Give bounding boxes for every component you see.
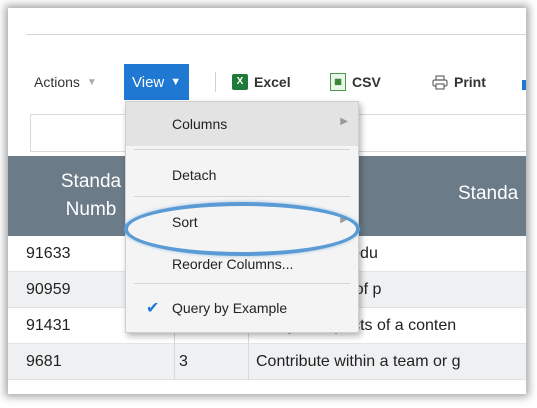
chevron-down-icon: ▼ [170, 76, 182, 88]
toolbar-overflow-indicator [522, 80, 526, 90]
cell-number: 91431 [26, 317, 71, 334]
column-header-standard-title[interactable]: Standa [458, 183, 518, 205]
cell-number: 90959 [26, 281, 71, 298]
actions-menu-button[interactable]: Actions ▼ [34, 64, 97, 100]
toolbar-separator [215, 72, 216, 92]
export-excel-button[interactable]: X Excel [232, 64, 291, 100]
export-csv-button[interactable]: ▦ CSV [330, 64, 381, 100]
table-toolbar: Actions ▼ View ▼ X Excel ▦ CSV Print [8, 64, 526, 100]
view-menu-button[interactable]: View ▼ [124, 64, 190, 100]
menu-separator [134, 149, 350, 150]
top-divider [26, 34, 526, 35]
cell-divider [248, 344, 249, 380]
menu-item-query-by-example[interactable]: ✔ Query by Example [126, 286, 358, 330]
view-label: View [132, 73, 165, 91]
menu-item-label: Detach [172, 167, 217, 183]
screenshot-frame: Actions ▼ View ▼ X Excel ▦ CSV Print Sta… [8, 8, 526, 394]
print-label: Print [454, 74, 486, 90]
cell-title: Contribute within a team or g [256, 353, 461, 370]
menu-item-label: Columns [172, 116, 228, 132]
menu-item-columns[interactable]: Columns ▶ [126, 102, 358, 146]
checkmark-icon: ✔ [146, 300, 160, 317]
cell-number: 9681 [26, 353, 62, 370]
menu-item-label: Reorder Columns... [172, 256, 294, 272]
print-button[interactable]: Print [432, 64, 486, 100]
csv-icon: ▦ [330, 73, 346, 91]
sort-highlight-ellipse [124, 202, 360, 256]
csv-label: CSV [352, 74, 381, 90]
excel-label: Excel [254, 74, 291, 90]
actions-label: Actions [34, 74, 80, 90]
chevron-right-icon: ▶ [340, 116, 348, 127]
excel-icon: X [232, 74, 248, 90]
cell-credits: 3 [179, 353, 188, 370]
menu-separator [134, 283, 350, 284]
menu-item-detach[interactable]: Detach [126, 153, 358, 197]
table-row[interactable]: 9681 3 Contribute within a team or g [8, 344, 526, 380]
menu-item-label: Query by Example [172, 300, 288, 316]
cell-divider [174, 344, 175, 380]
menu-separator [134, 196, 350, 197]
cell-number: 91633 [26, 245, 71, 262]
chevron-down-icon: ▼ [86, 76, 97, 88]
printer-icon [432, 74, 448, 90]
